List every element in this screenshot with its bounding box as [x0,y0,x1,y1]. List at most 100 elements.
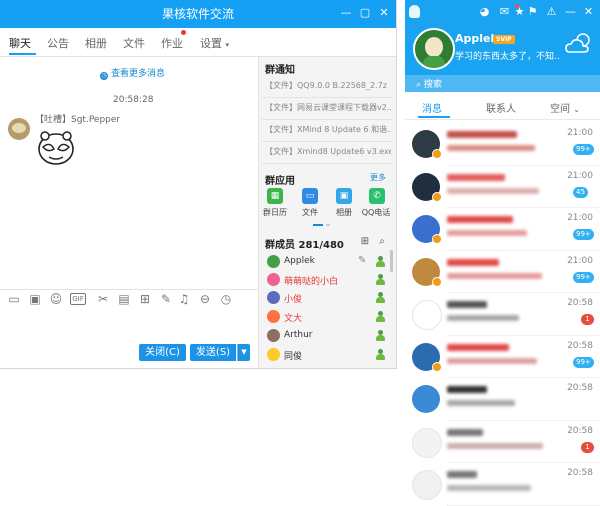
app-label-files[interactable]: 文件 [293,207,327,218]
member-item[interactable]: Applek [262,253,392,271]
tab-chat[interactable]: 聊天 [9,35,31,51]
unread-badge: 1 [581,314,594,325]
divider [447,504,600,506]
member-item[interactable]: Arthur [262,327,392,345]
notice-item[interactable]: 【文件】QQ9.0.0 B.22568_2.7z [265,80,391,91]
tab-album[interactable]: 相册 [85,35,107,51]
phone-icon[interactable]: ✆ [369,188,385,204]
vip-badge[interactable]: SVIP [493,35,515,44]
status-icon [432,234,442,244]
user-signature[interactable]: 学习的东西太多了，不知… [455,49,561,62]
tab-announcement[interactable]: 公告 [47,35,69,51]
bell-icon[interactable]: ♫ [177,292,191,306]
flag-icon[interactable]: ⚑ [526,5,539,18]
close-icon[interactable]: ✕ [582,5,595,18]
app-label-calendar[interactable]: 群日历 [258,207,292,218]
avatar [267,291,280,304]
tab-homework[interactable]: 作业 [161,35,183,51]
tab-qzone[interactable]: 空间 ⌄ [550,100,580,115]
chevron-down-icon: ▾ [225,41,230,49]
tab-settings[interactable]: 设置 ▾ [200,35,229,51]
emoji-icon[interactable]: ☺ [49,292,63,306]
conversation-item[interactable]: 20:58 1 [405,421,600,464]
member-role-icon [375,273,386,286]
tab-messages[interactable]: 消息 [422,100,442,115]
conversation-item[interactable]: 21:00 99+ [405,208,600,251]
search-placeholder[interactable]: ⌕ 搜索 [416,77,442,90]
avatar [412,470,442,500]
mail-icon[interactable]: ✉ [498,5,511,18]
notice-item[interactable]: 【文件】Xmind8 Update6 v3.exe [265,146,391,157]
conversation-item[interactable]: 20:58 1 [405,293,600,336]
member-role-icon [375,329,386,342]
member-name: 小俊 [284,295,303,305]
minus-circle-icon[interactable]: ⊖ [198,292,212,306]
send-button[interactable]: 发送(S) [190,344,236,361]
status-icon [432,361,442,372]
conversation-name-redacted [447,343,509,351]
app-label-qq-call[interactable]: QQ电话 [359,207,393,218]
group-apps-title: 群应用 [265,176,295,187]
member-item[interactable]: 小俊 [262,289,392,307]
member-name: 萌萌哒的小白 [284,277,339,287]
member-role-icon [375,255,386,268]
folder-icon[interactable]: ▭ [7,292,21,306]
conversation-preview-redacted [447,400,515,406]
app-label-album[interactable]: 相册 [327,207,361,218]
member-item[interactable]: 同俊 [262,346,392,364]
clock-icon[interactable]: ◷ [219,292,233,306]
tab-contacts[interactable]: 联系人 [486,100,516,115]
conversation-item[interactable]: 21:00 99+ [405,123,600,166]
message-sender[interactable]: 【吐槽】Sgt.Pepper [35,112,120,125]
conversation-name-redacted [447,131,517,138]
homework-notification-dot [181,30,186,35]
palette-icon[interactable]: ◕ [478,5,491,18]
send-options-chevron-icon[interactable]: ▼ [237,344,250,361]
conversation-preview-redacted [447,357,537,364]
minimize-icon[interactable]: — [337,4,355,22]
image-icon[interactable]: ▣ [28,292,42,306]
close-button[interactable]: 关闭(C) [139,344,186,361]
conversation-item[interactable]: 20:58 [405,463,600,506]
more-apps-link[interactable]: 更多 [370,172,386,183]
member-role-icon [375,291,386,304]
close-icon[interactable]: ✕ [375,4,393,22]
maximize-icon[interactable]: ▢ [356,4,374,22]
weather-cloud-icon[interactable] [564,32,592,56]
view-more-messages-link[interactable]: ◷ 查看更多消息 [100,66,165,80]
conversation-time: 20:58 [567,340,593,351]
search-icon: ⌕ [416,80,422,90]
qq-logo-icon[interactable] [409,5,420,18]
conversation-name-redacted [447,301,487,308]
member-manage-icon[interactable]: ⊞ [359,236,371,247]
calendar-icon[interactable]: ▦ [267,188,283,204]
member-name: 同俊 [284,352,303,362]
sticker-image[interactable] [34,125,78,169]
scissors-icon[interactable]: ✂ [96,292,110,306]
gif-icon[interactable]: GIF [70,293,86,305]
image-icon[interactable]: ▣ [336,188,352,204]
warning-icon[interactable]: ⚠ [545,5,558,18]
folder-icon[interactable]: ▭ [302,188,318,204]
notice-item[interactable]: 【文件】XMind 8 Update 6 和谐… [265,124,391,135]
pen-icon[interactable]: ✎ [159,292,173,306]
conversation-preview-redacted [447,485,531,491]
status-icon [432,191,442,202]
search-icon[interactable]: ⌕ [376,236,388,247]
present-icon[interactable]: ⊞ [138,292,152,306]
avatar[interactable] [8,118,30,140]
conversation-item[interactable]: 21:00 45 [405,166,600,209]
gift-box-icon[interactable]: ▤ [117,292,131,306]
notice-item[interactable]: 【文件】网易云课堂课程下载器v2.… [265,102,391,113]
member-item[interactable]: 萌萌哒的小白 [262,271,392,289]
tab-files[interactable]: 文件 [123,35,145,51]
group-notices-title: 群通知 [265,65,295,76]
pager-dot [326,224,330,226]
minimize-icon[interactable]: — [564,5,577,18]
user-name[interactable]: Applek [455,32,498,45]
avatar[interactable] [413,28,455,70]
member-item[interactable]: 文大 [262,308,392,326]
conversation-item[interactable]: 20:58 99+ [405,336,600,379]
conversation-item[interactable]: 20:58 [405,378,600,421]
conversation-item[interactable]: 21:00 99+ [405,251,600,294]
